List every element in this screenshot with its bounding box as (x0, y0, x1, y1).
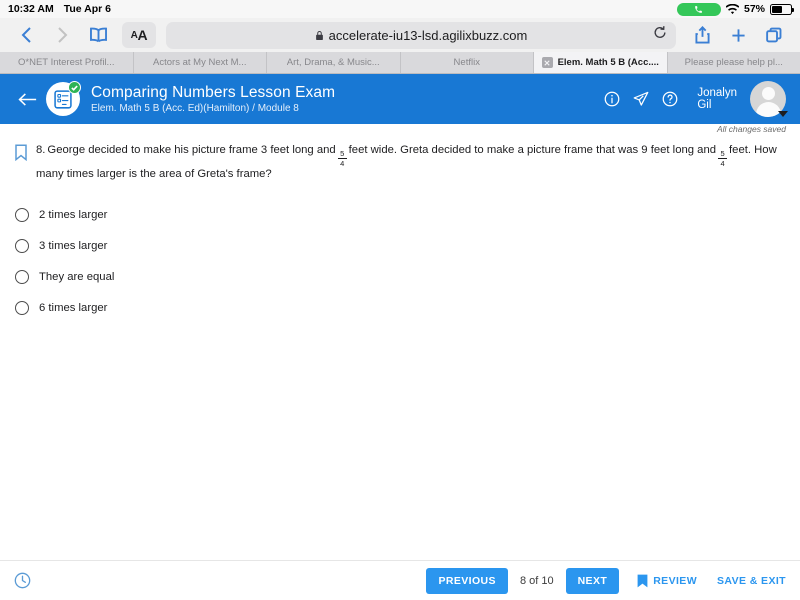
tab-label: Netflix (453, 57, 480, 68)
answer-option-label: They are equal (39, 270, 115, 283)
tabs-overview-icon (766, 27, 782, 43)
avatar-head (761, 87, 775, 100)
exam-icon-badge (46, 81, 81, 116)
question-part-1: George decided to make his picture frame… (47, 144, 336, 156)
text-size-small-a: A (130, 29, 138, 41)
avatar[interactable] (750, 81, 788, 117)
text-size-button[interactable]: AA (122, 22, 156, 48)
page-title: Comparing Numbers Lesson Exam (91, 84, 336, 101)
radio-button[interactable] (15, 300, 29, 315)
fraction-two: 54 (718, 149, 728, 168)
new-tab-button[interactable] (722, 22, 754, 48)
caret-down-icon[interactable] (778, 111, 788, 117)
radio-button[interactable] (15, 207, 29, 222)
save-status-text: All changes saved (717, 124, 786, 134)
fraction-one: 54 (337, 149, 347, 168)
tab-label: Elem. Math 5 B (Acc.... (557, 57, 659, 68)
tab-label: Art, Drama, & Music... (286, 57, 380, 68)
status-bar-time: 10:32 AM (8, 3, 54, 15)
app-header: Comparing Numbers Lesson Exam Elem. Math… (0, 74, 800, 124)
question-part-2: feet wide. Greta decided to make a pictu… (348, 144, 717, 156)
exam-navigation-bar: PREVIOUS 8 of 10 NEXT REVIEW SAVE & EXIT (0, 560, 800, 600)
browser-toolbar: AA accelerate-iu13-lsd.agilixbuzz.com (0, 18, 800, 52)
radio-button[interactable] (15, 238, 29, 253)
question-content: 8. George decided to make his picture fra… (0, 137, 800, 323)
question-row: 8. George decided to make his picture fra… (14, 143, 786, 182)
answer-option-label: 2 times larger (39, 208, 108, 221)
wifi-icon (725, 3, 739, 15)
chevron-right-icon (57, 27, 67, 43)
next-button[interactable]: NEXT (565, 567, 620, 594)
review-label: REVIEW (653, 574, 698, 587)
browser-tab[interactable]: Actors at My Next M... (133, 52, 267, 73)
ios-status-bar: 10:32 AM Tue Apr 6 57% (0, 0, 800, 18)
browser-tab[interactable]: Please please help pl... (667, 52, 800, 73)
answer-option[interactable]: 6 times larger (15, 292, 786, 323)
page-indicator: 8 of 10 (519, 574, 554, 587)
tab-label: Please please help pl... (684, 57, 783, 68)
answer-option[interactable]: 2 times larger (15, 199, 786, 230)
paper-plane-icon[interactable] (633, 91, 649, 107)
url-text: accelerate-iu13-lsd.agilixbuzz.com (328, 27, 528, 43)
fraction-numerator: 5 (340, 149, 345, 158)
back-button[interactable] (10, 22, 42, 48)
battery-icon (770, 3, 795, 15)
clock-icon[interactable] (14, 572, 31, 589)
tab-strip: O*NET Interest Profil... Actors at My Ne… (0, 52, 800, 74)
user-first-name: Jonalyn (697, 87, 737, 99)
tab-label: Actors at My Next M... (153, 57, 247, 68)
question-text: 8. George decided to make his picture fra… (34, 143, 786, 182)
previous-button[interactable]: PREVIOUS (426, 567, 508, 594)
answer-option-label: 3 times larger (39, 239, 108, 252)
user-last-name: Gil (697, 99, 712, 111)
answer-options: 2 times larger 3 times larger They are e… (14, 199, 786, 323)
text-size-large-a: A (137, 27, 148, 43)
battery-fill (772, 5, 783, 13)
book-icon (89, 27, 107, 43)
review-button[interactable]: REVIEW (637, 574, 697, 588)
question-number: 8. (36, 144, 46, 156)
question-mark-icon[interactable] (662, 91, 678, 107)
save-status-row: All changes saved (0, 124, 800, 137)
chevron-left-icon (21, 27, 31, 43)
arrow-left-icon (17, 92, 36, 106)
battery-percent-label: 57% (743, 3, 765, 15)
bookmarks-button[interactable] (82, 22, 114, 48)
fraction-numerator: 5 (720, 149, 725, 158)
bookmark-flag-icon[interactable] (14, 144, 28, 162)
bookmark-filled-icon (637, 574, 648, 587)
fraction-denominator: 4 (340, 159, 345, 168)
app-back-button[interactable] (12, 92, 42, 107)
breadcrumb: Elem. Math 5 B (Acc. Ed)(Hamilton) / Mod… (91, 103, 299, 114)
reload-button[interactable] (653, 26, 667, 45)
share-icon (694, 26, 710, 44)
address-bar[interactable]: accelerate-iu13-lsd.agilixbuzz.com (166, 21, 676, 49)
info-icon[interactable] (604, 91, 620, 107)
plus-icon (731, 28, 745, 42)
answer-option-label: 6 times larger (39, 301, 108, 314)
user-name[interactable]: Jonalyn Gil (697, 87, 737, 111)
browser-tab-active[interactable]: Elem. Math 5 B (Acc.... (534, 52, 668, 73)
fraction-denominator: 4 (720, 159, 725, 168)
tab-label: O*NET Interest Profil... (18, 57, 115, 68)
answer-option[interactable]: 3 times larger (15, 230, 786, 261)
status-bar-date: Tue Apr 6 (63, 3, 111, 15)
browser-tab[interactable]: O*NET Interest Profil... (0, 52, 134, 73)
browser-tab[interactable]: Netflix (400, 52, 534, 73)
lock-icon (315, 30, 324, 41)
browser-tab[interactable]: Art, Drama, & Music... (267, 52, 401, 73)
check-icon (68, 81, 81, 94)
share-button[interactable] (686, 22, 718, 48)
reload-icon (654, 26, 666, 38)
phone-icon[interactable] (676, 2, 721, 16)
tabs-overview-button[interactable] (758, 22, 790, 48)
avatar-body (755, 102, 781, 117)
forward-button[interactable] (46, 22, 78, 48)
close-icon[interactable] (541, 57, 553, 68)
answer-option[interactable]: They are equal (15, 261, 786, 292)
radio-button[interactable] (15, 269, 29, 284)
save-and-exit-button[interactable]: SAVE & EXIT (717, 575, 786, 587)
